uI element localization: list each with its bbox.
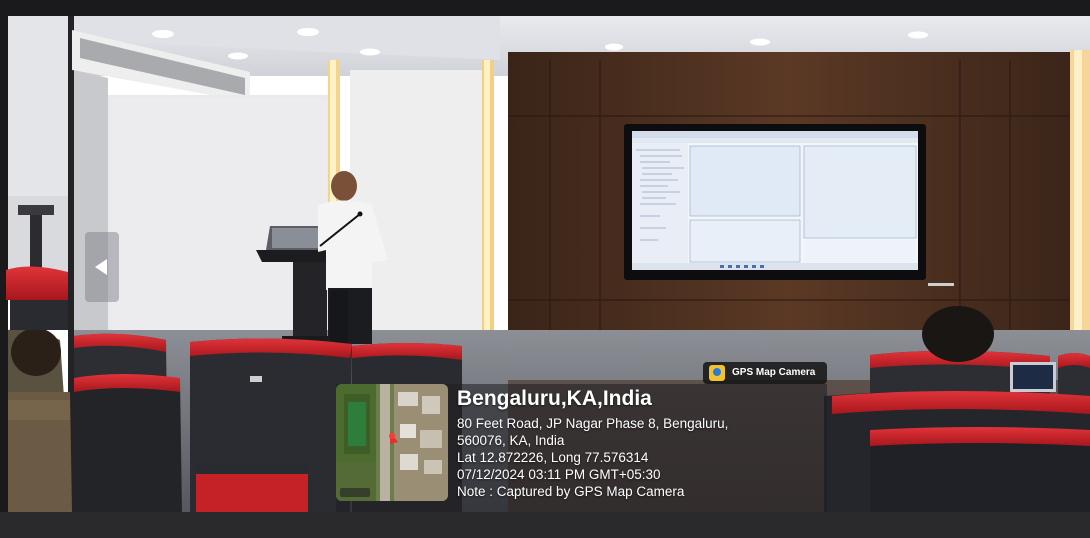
location-stamp: Bengaluru,KA,India 80 Feet Road, JP Naga… — [336, 380, 827, 502]
map-thumbnail-icon — [336, 384, 448, 501]
location-title: Bengaluru,KA,India — [457, 387, 652, 410]
previous-photo-button[interactable] — [85, 232, 119, 302]
capture-note: Note : Captured by GPS Map Camera — [457, 484, 685, 499]
address-line-2: 560076, KA, India — [457, 433, 565, 448]
chevron-left-icon — [95, 259, 107, 275]
gps-map-camera-icon — [709, 365, 725, 381]
photo-viewer: GPS Map Camera Bengaluru,KA,India 80 Fee… — [0, 0, 1090, 538]
coordinates: Lat 12.872226, Long 77.576314 — [457, 450, 649, 465]
satellite-map — [336, 384, 448, 501]
address-line-1: 80 Feet Road, JP Nagar Phase 8, Bengalur… — [457, 416, 729, 431]
gps-badge-label: GPS Map Camera — [732, 367, 816, 378]
datetime: 07/12/2024 03:11 PM GMT+05:30 — [457, 467, 661, 482]
